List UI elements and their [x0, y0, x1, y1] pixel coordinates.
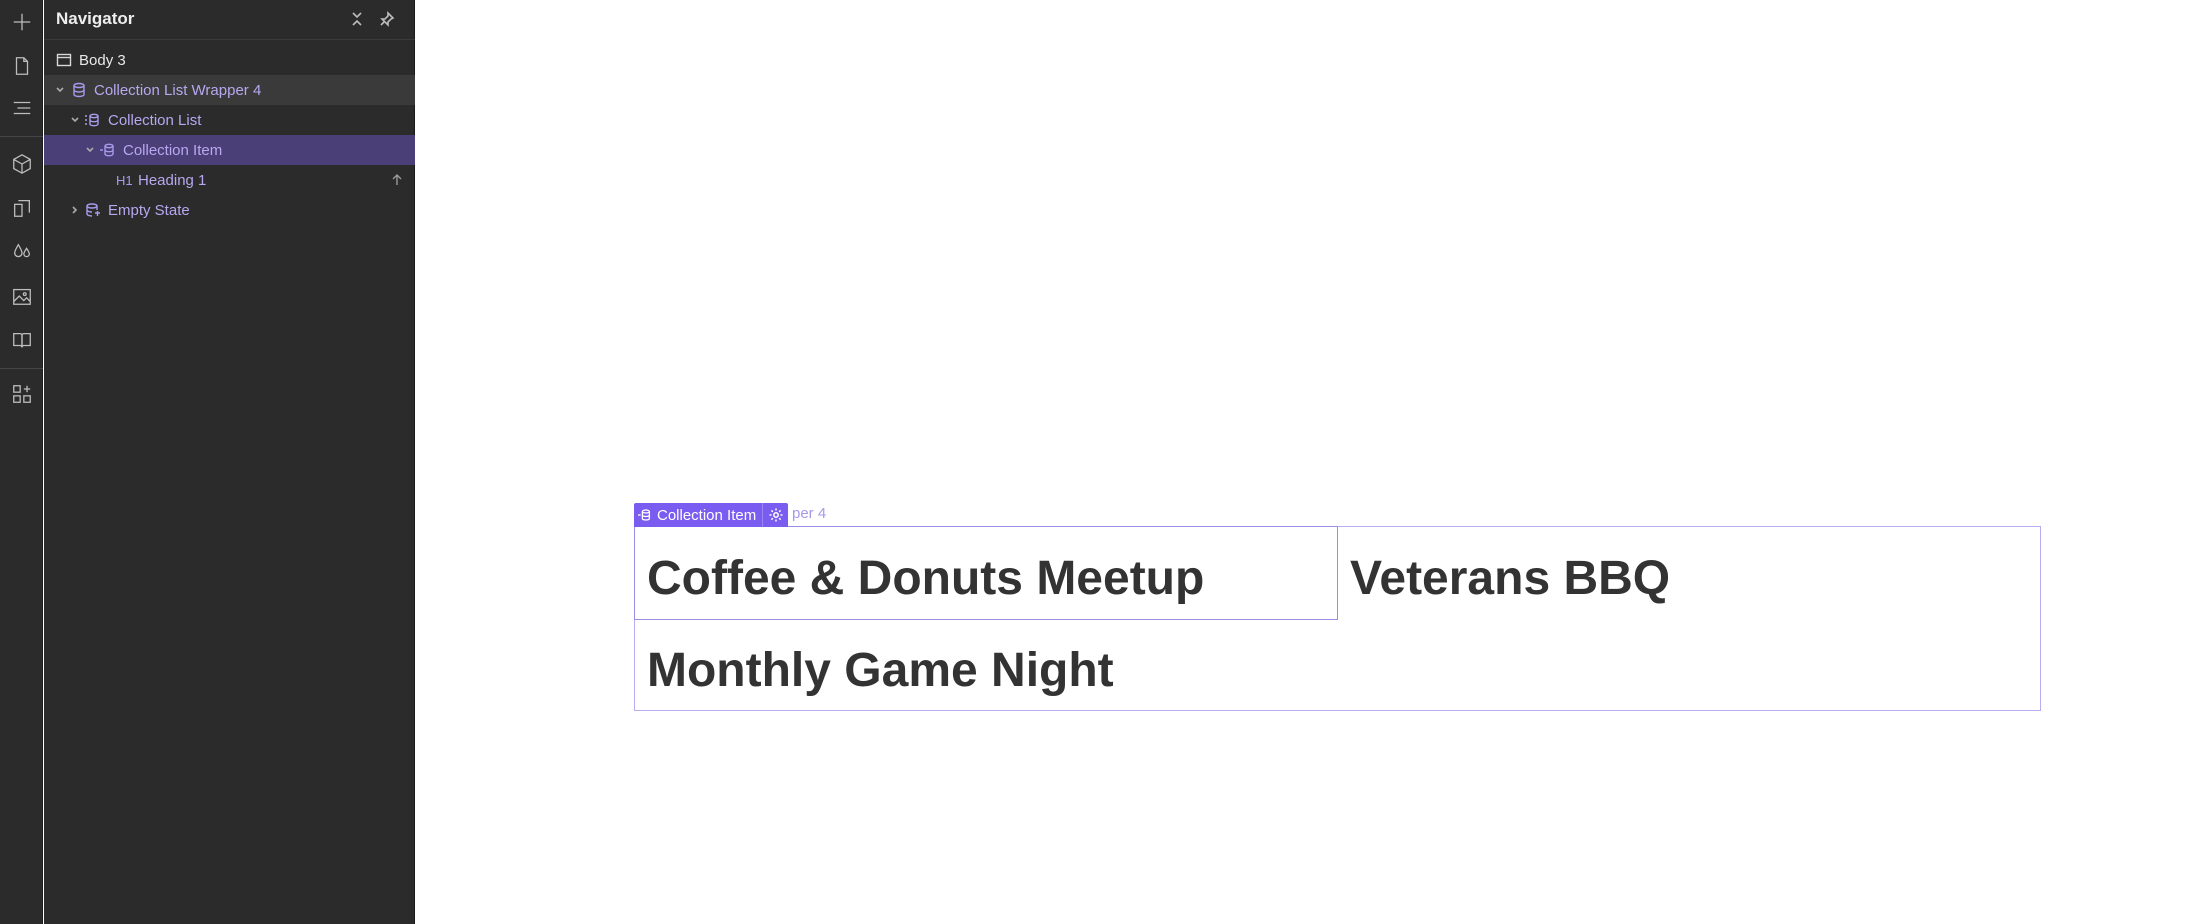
selection-tag-label-container[interactable]: Collection Item — [634, 503, 762, 527]
tree-item-collection-item[interactable]: Collection Item — [44, 135, 415, 165]
tree-item-label: Collection List — [108, 111, 202, 129]
event-heading[interactable]: Veterans BBQ — [1350, 551, 1670, 606]
database-icon — [70, 81, 88, 99]
element-settings-button[interactable] — [762, 503, 788, 527]
design-canvas[interactable] — [416, 0, 2212, 924]
tree-item-label: Empty State — [108, 201, 190, 219]
collapse-all-button[interactable] — [346, 8, 368, 30]
arrow-up-icon[interactable] — [388, 171, 406, 189]
navigator-header: Navigator — [44, 0, 415, 40]
tree-item-body[interactable]: Body 3 — [44, 45, 415, 75]
page-icon — [15, 56, 28, 75]
pages-panel-button[interactable] — [0, 44, 43, 87]
database-icon — [98, 141, 116, 159]
chevron-right-icon[interactable] — [69, 204, 81, 216]
tree-item-label: Collection Item — [123, 141, 223, 159]
style-guide-icon — [13, 199, 30, 217]
styles-panel-button[interactable] — [0, 186, 43, 229]
event-heading[interactable]: Monthly Game Night — [647, 643, 1114, 698]
book-icon — [12, 332, 31, 347]
selection-tag[interactable]: Collection Item — [634, 503, 789, 527]
tree-item-collection-list[interactable]: Collection List — [44, 105, 415, 135]
pin-icon — [380, 11, 395, 27]
add-panel-button[interactable] — [0, 0, 43, 43]
event-heading[interactable]: Coffee & Donuts Meetup — [647, 551, 1204, 606]
cube-icon — [12, 153, 31, 174]
tree-item-heading[interactable]: H1 Heading 1 — [44, 165, 415, 195]
variables-panel-button[interactable] — [0, 230, 43, 273]
navigator-panel: Navigator Body 3 Collection List Wrapper… — [44, 0, 415, 924]
pin-panel-button[interactable] — [376, 8, 398, 30]
apps-icon — [12, 384, 31, 403]
empty-state-icon — [84, 201, 102, 219]
gear-icon — [769, 508, 783, 522]
database-icon — [638, 509, 651, 521]
assets-panel-button[interactable] — [0, 274, 43, 317]
cms-panel-button[interactable] — [0, 318, 43, 361]
navigator-panel-button[interactable] — [0, 86, 43, 129]
tree-item-collection-list-wrapper[interactable]: Collection List Wrapper 4 — [44, 75, 415, 105]
wrapper-element-label: per 4 — [792, 505, 827, 522]
chevron-down-icon[interactable] — [69, 114, 81, 126]
navigator-title: Navigator — [56, 9, 135, 28]
drops-icon — [13, 242, 30, 257]
image-icon — [12, 288, 31, 305]
collection-list-icon — [83, 111, 101, 129]
components-panel-button[interactable] — [0, 142, 43, 185]
tree-item-empty-state[interactable]: Empty State — [44, 195, 415, 225]
tree-item-label: Heading 1 — [138, 171, 207, 189]
collapse-icon — [352, 12, 362, 26]
left-toolbar — [0, 0, 43, 924]
chevron-down-icon[interactable] — [84, 144, 96, 156]
selection-tag-label: Collection Item — [657, 506, 757, 524]
heading-tag-icon: H1 — [116, 172, 133, 188]
navigator-icon — [13, 101, 30, 114]
tree-item-label: Collection List Wrapper 4 — [94, 81, 262, 99]
chevron-down-icon[interactable] — [54, 84, 66, 96]
body-icon — [55, 51, 73, 69]
plus-icon — [13, 13, 30, 30]
tree-item-label: Body 3 — [79, 51, 126, 69]
apps-panel-button[interactable] — [0, 372, 43, 415]
